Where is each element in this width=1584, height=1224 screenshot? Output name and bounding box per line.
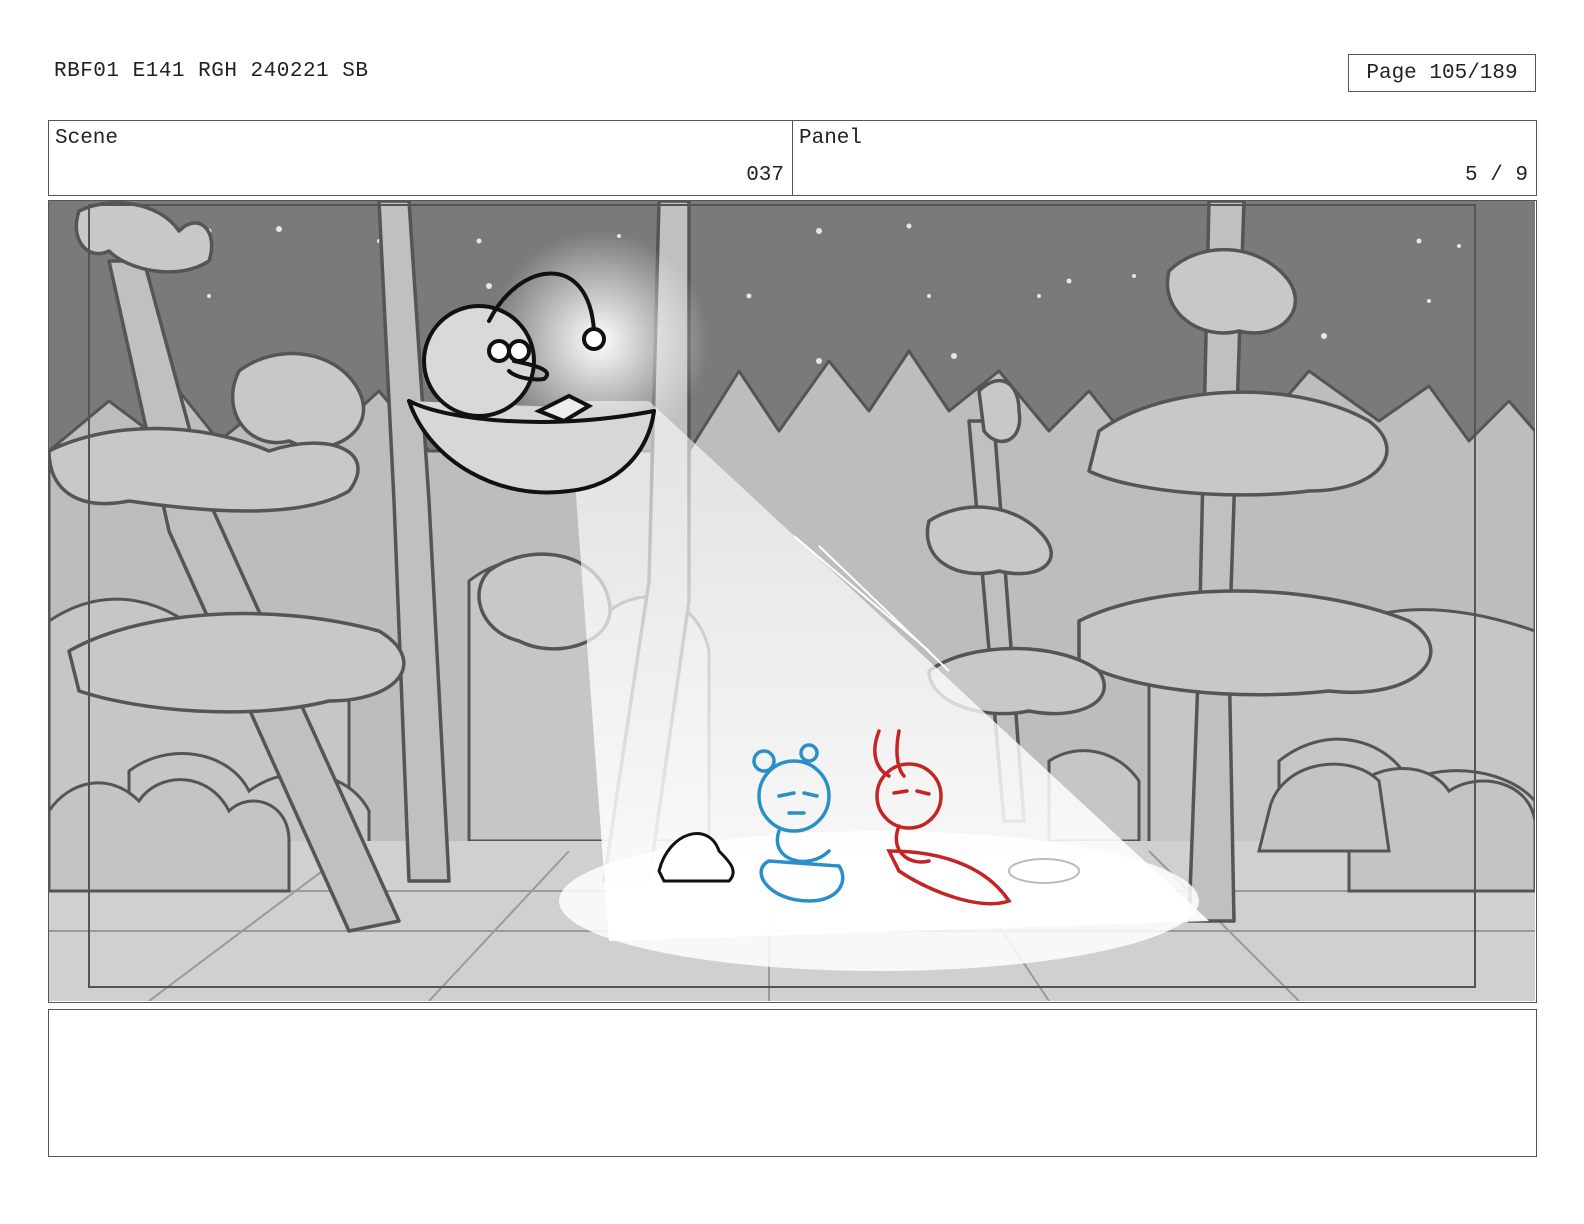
panel-number: 5 / 9 xyxy=(1464,164,1528,187)
panel-cell: Panel 5 / 9 xyxy=(792,121,1536,195)
light-pool xyxy=(559,831,1199,971)
storyboard-panel xyxy=(48,200,1537,1003)
scene-number: 037 xyxy=(746,164,784,187)
document-title: RBF01 E141 RGH 240221 SB xyxy=(54,60,369,83)
panel-label: Panel xyxy=(799,127,863,150)
scene-label: Scene xyxy=(55,127,119,150)
storyboard-sketch xyxy=(49,201,1535,1001)
page-indicator: Page 105/189 xyxy=(1348,54,1536,92)
scene-cell: Scene 037 xyxy=(49,121,792,195)
notes-area xyxy=(48,1009,1537,1157)
scene-panel-info: Scene 037 Panel 5 / 9 xyxy=(48,120,1537,196)
